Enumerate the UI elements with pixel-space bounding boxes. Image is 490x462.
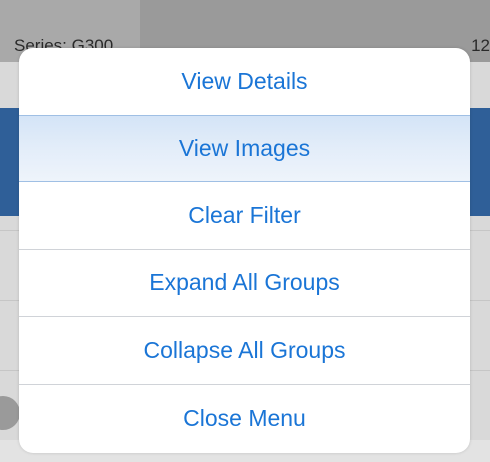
menu-item-expand-all-groups[interactable]: Expand All Groups — [19, 250, 470, 317]
menu-item-label: View Images — [178, 134, 311, 161]
menu-item-label: View Details — [181, 67, 308, 94]
screen: Series: G300 12 View Details View Images… — [0, 0, 490, 462]
background-avatar — [0, 396, 20, 430]
action-menu: View Details View Images Clear Filter Ex… — [19, 48, 470, 453]
menu-item-label: Clear Filter — [188, 201, 301, 228]
menu-item-label: Expand All Groups — [149, 269, 340, 296]
menu-item-view-details[interactable]: View Details — [19, 48, 470, 116]
menu-item-close-menu[interactable]: Close Menu — [19, 385, 470, 453]
menu-item-label: Close Menu — [183, 404, 306, 431]
menu-item-label: Collapse All Groups — [143, 336, 346, 363]
menu-item-clear-filter[interactable]: Clear Filter — [19, 182, 470, 250]
menu-item-collapse-all-groups[interactable]: Collapse All Groups — [19, 317, 470, 385]
series-count: 12 — [471, 36, 490, 55]
menu-item-view-images[interactable]: View Images — [19, 114, 470, 182]
